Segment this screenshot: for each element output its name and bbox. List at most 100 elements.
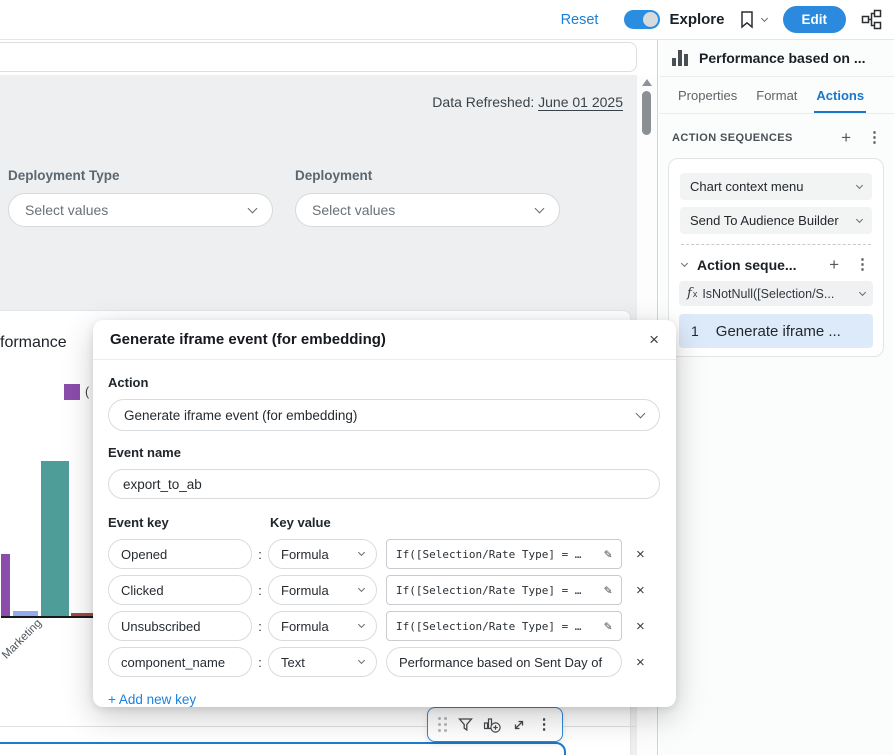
key-value-headers: Event key Key value <box>108 515 660 530</box>
trigger-select-value: Chart context menu <box>690 179 803 194</box>
action-select[interactable]: Generate iframe event (for embedding) <box>108 399 660 431</box>
action-select-value: Generate iframe event (for embedding) <box>124 408 357 423</box>
formula-value-box[interactable]: If([Selection/Rate Type] = … ✎ <box>386 539 622 569</box>
chevron-down-icon <box>358 657 365 664</box>
bar-chart-icon <box>672 50 688 66</box>
chevron-down-icon <box>358 621 365 628</box>
fx-icon: f <box>687 286 692 301</box>
drag-handle-icon[interactable] <box>438 717 447 732</box>
data-refreshed-text: Data Refreshed: June 01 2025 <box>432 94 623 110</box>
modal-body: Action Generate iframe event (for embedd… <box>93 360 676 709</box>
data-refreshed-date-link[interactable]: June 01 2025 <box>538 94 623 111</box>
text-value-input[interactable]: Performance based on Sent Day of <box>386 647 622 677</box>
control-bar-input[interactable] <box>0 42 637 72</box>
value-type-select[interactable]: Formula <box>268 575 377 605</box>
data-refreshed-label: Data Refreshed: <box>432 94 538 110</box>
colon-separator: : <box>252 547 268 562</box>
key-value-header: Key value <box>270 515 331 530</box>
event-key-input[interactable]: Opened <box>108 539 252 569</box>
maximize-button[interactable] <box>512 718 526 732</box>
add-sequence-button[interactable]: + <box>841 129 851 146</box>
chevron-down-icon <box>358 549 365 556</box>
text-value: Performance based on Sent Day of <box>399 655 602 670</box>
tab-format[interactable]: Format <box>756 77 797 113</box>
reset-button[interactable]: Reset <box>561 12 599 28</box>
chevron-down-icon <box>535 204 545 214</box>
edit-formula-icon[interactable]: ✎ <box>604 583 612 598</box>
remove-row-icon[interactable]: × <box>636 547 645 562</box>
event-key-input[interactable]: Unsubscribed <box>108 611 252 641</box>
colon-separator: : <box>252 619 268 634</box>
chevron-down-icon <box>856 181 863 188</box>
panel-title: Performance based on ... <box>699 50 866 66</box>
formula-value-box[interactable]: If([Selection/Rate Type] = …✎ <box>386 611 622 641</box>
chart-bar <box>71 613 95 616</box>
add-new-key-button[interactable]: + Add new key <box>108 692 196 707</box>
modal-title: Generate iframe event (for embedding) <box>110 331 386 348</box>
legend-swatch-purple <box>64 384 80 400</box>
sequence-group-row: Action seque... + ⋮ <box>680 254 872 281</box>
formula-text: If([Selection/Rate Type] = … <box>396 584 581 597</box>
add-action-button[interactable]: + <box>829 256 839 273</box>
chevron-down-icon <box>248 204 258 214</box>
event-key-value: Clicked <box>121 583 164 598</box>
value-type-select[interactable]: Formula <box>268 539 377 569</box>
sequence-menu-button[interactable]: ⋮ <box>855 257 870 272</box>
value-type-select[interactable]: Formula <box>268 611 377 641</box>
target-select[interactable]: Send To Audience Builder <box>680 207 872 234</box>
target-select-value: Send To Audience Builder <box>690 213 839 228</box>
org-chart-icon <box>861 9 882 30</box>
edit-formula-icon[interactable]: ✎ <box>604 619 612 634</box>
selected-element-outline[interactable] <box>0 742 566 755</box>
filter-button[interactable] <box>458 717 473 732</box>
dashed-divider <box>681 244 871 245</box>
sequences-menu-button[interactable]: ⋮ <box>867 130 882 145</box>
sequence-group-title: Action seque... <box>697 257 829 273</box>
remove-row-icon[interactable]: × <box>636 619 645 634</box>
close-icon[interactable]: × <box>649 331 659 348</box>
share-connections-button[interactable] <box>861 9 882 30</box>
remove-row-icon[interactable]: × <box>636 583 645 598</box>
formula-text: If([Selection/Rate Type] = … <box>396 548 581 561</box>
app-root: Reset Explore Edit Data Refreshed: June … <box>0 0 894 755</box>
condition-formula-select[interactable]: fx IsNotNull([Selection/S... <box>679 281 873 306</box>
x-axis-category-label: Marketing <box>0 617 44 661</box>
event-key-value: Unsubscribed <box>121 619 201 634</box>
event-key-value: component_name <box>121 655 225 670</box>
formula-value-box[interactable]: If([Selection/Rate Type] = … ✎ <box>386 575 622 605</box>
edit-button[interactable]: Edit <box>783 6 847 33</box>
filter-label: Deployment <box>295 168 560 183</box>
deployment-select[interactable]: Select values <box>295 193 560 227</box>
more-options-button[interactable]: ⋮ <box>537 717 552 732</box>
chart-title-partial: formance <box>0 334 67 352</box>
trigger-select[interactable]: Chart context menu <box>680 173 872 200</box>
scrollbar-thumb[interactable] <box>642 91 651 135</box>
collapse-chevron-icon[interactable] <box>681 259 688 266</box>
fx-icon-sub: x <box>693 289 698 299</box>
event-key-input[interactable]: Clicked <box>108 575 252 605</box>
tab-properties[interactable]: Properties <box>678 77 737 113</box>
key-value-row: Clicked : Formula If([Selection/Rate Typ… <box>108 575 660 605</box>
remove-row-icon[interactable]: × <box>636 655 645 670</box>
explore-toggle[interactable] <box>624 10 660 29</box>
chevron-down-icon <box>760 14 767 21</box>
value-type: Formula <box>281 547 329 562</box>
action-step-row[interactable]: 1 Generate iframe ... <box>679 314 873 348</box>
chevron-down-icon <box>636 409 646 419</box>
key-value-row: Opened : Formula If([Selection/Rate Type… <box>108 539 660 569</box>
toggle-knob <box>643 12 658 27</box>
bookmark-menu[interactable] <box>739 10 767 29</box>
tab-actions[interactable]: Actions <box>816 77 864 113</box>
edit-formula-icon[interactable]: ✎ <box>604 547 612 562</box>
event-name-input[interactable]: export_to_ab <box>108 469 660 499</box>
add-child-chart-button[interactable] <box>483 716 502 734</box>
action-sequences-section: ACTION SEQUENCES + ⋮ <box>659 114 894 146</box>
select-placeholder: Select values <box>312 202 395 218</box>
filter-label: Deployment Type <box>8 168 273 183</box>
chart-bar <box>41 461 69 616</box>
value-type-select[interactable]: Text <box>268 647 377 677</box>
scroll-up-arrow-icon[interactable] <box>642 79 652 86</box>
event-key-input[interactable]: component_name <box>108 647 252 677</box>
event-name-value: export_to_ab <box>123 477 202 492</box>
deployment-type-select[interactable]: Select values <box>8 193 273 227</box>
